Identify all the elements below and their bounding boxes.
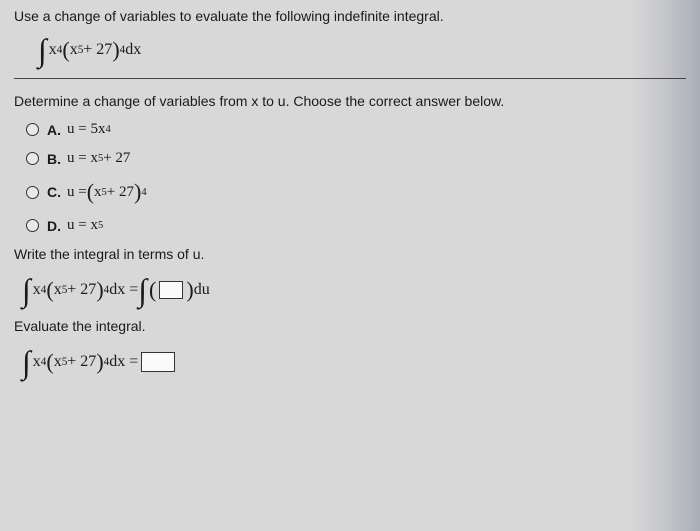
eval-paren: ( x5 + 27 ) — [46, 349, 103, 375]
eq2-dx-eq: dx = — [109, 353, 138, 371]
option-b-post: + 27 — [103, 150, 130, 167]
option-c-pre: u = — [67, 184, 87, 201]
option-a-row: A. u = 5x4 — [26, 121, 686, 138]
close-paren: ) — [112, 37, 119, 63]
letter-c: C. — [47, 184, 61, 200]
eq1-dx-eq: dx = — [109, 281, 138, 299]
integral-sign-icon-2: ∫ — [22, 274, 31, 306]
radio-c[interactable] — [26, 186, 39, 199]
evaluate-prompt: Evaluate the integral. — [14, 318, 686, 334]
lhs-paren: ( x5 + 27 ) — [46, 277, 103, 303]
option-b-row: B. u = x5 + 27 — [26, 150, 686, 167]
letter-a: A. — [47, 122, 61, 138]
section-divider — [14, 78, 686, 79]
rhs-paren: ( ) — [149, 277, 194, 303]
dx-text: dx — [125, 41, 141, 59]
rhs-open-paren: ( — [149, 277, 156, 303]
lhs-close-paren: ) — [96, 277, 103, 303]
main-prompt: Use a change of variables to evaluate th… — [14, 8, 686, 24]
eval-close-paren: ) — [96, 349, 103, 375]
c-open-paren: ( — [87, 179, 94, 205]
open-paren: ( — [62, 37, 69, 63]
eval-x: x — [33, 353, 41, 371]
eval-inner-x: x — [54, 353, 62, 371]
radio-d[interactable] — [26, 219, 39, 232]
given-integral: ∫ x4 ( x5 + 27 ) 4 dx — [38, 34, 686, 66]
lhs-x: x — [33, 281, 41, 299]
integral-sign-icon-4: ∫ — [22, 346, 31, 378]
radio-a[interactable] — [26, 123, 39, 136]
option-c-row: C. u = ( x5 + 27 ) 4 — [26, 179, 686, 205]
plus-27: + 27 — [83, 41, 112, 59]
option-d-sup: 5 — [98, 220, 103, 231]
lhs-plus: + 27 — [67, 281, 96, 299]
integral-sign-icon-3: ∫ — [138, 274, 147, 306]
integral-sign-icon: ∫ — [38, 34, 47, 66]
paren-group: ( x5 + 27 ) — [62, 37, 119, 63]
option-a-sup: 4 — [105, 124, 110, 135]
blank-input-2[interactable] — [141, 352, 175, 372]
evaluate-integral-row: ∫ x4 ( x5 + 27 ) 4 dx = — [22, 346, 686, 378]
radio-b[interactable] — [26, 152, 39, 165]
sub-prompt-text: Determine a change of variables from x t… — [14, 93, 686, 109]
c-inner-post: + 27 — [107, 184, 134, 201]
integrand-x: x — [49, 41, 57, 59]
c-close-paren: ) — [134, 179, 141, 205]
c-outer-sup: 4 — [141, 187, 146, 198]
option-a-text: u = 5x — [67, 121, 105, 138]
rewrite-integral-row: ∫ x4 ( x5 + 27 ) 4 dx = ∫ ( ) du — [22, 274, 686, 306]
question-body: Use a change of variables to evaluate th… — [0, 0, 700, 398]
eval-plus: + 27 — [67, 353, 96, 371]
blank-input-1[interactable] — [159, 281, 183, 299]
option-c-paren: ( x5 + 27 ) — [87, 179, 142, 205]
c-inner-pre: x — [94, 184, 102, 201]
letter-b: B. — [47, 151, 61, 167]
letter-d: D. — [47, 218, 61, 234]
rhs-close-paren: ) — [186, 277, 193, 303]
option-d-pre: u = x — [67, 217, 98, 234]
option-d-row: D. u = x5 — [26, 217, 686, 234]
options-group: A. u = 5x4 B. u = x5 + 27 C. u = ( x5 + … — [26, 121, 686, 234]
eval-open-paren: ( — [46, 349, 53, 375]
write-prompt: Write the integral in terms of u. — [14, 246, 686, 262]
inner-x: x — [70, 41, 78, 59]
lhs-open-paren: ( — [46, 277, 53, 303]
option-b-pre: u = x — [67, 150, 98, 167]
du-text: du — [194, 281, 210, 299]
lhs-inner-x: x — [54, 281, 62, 299]
